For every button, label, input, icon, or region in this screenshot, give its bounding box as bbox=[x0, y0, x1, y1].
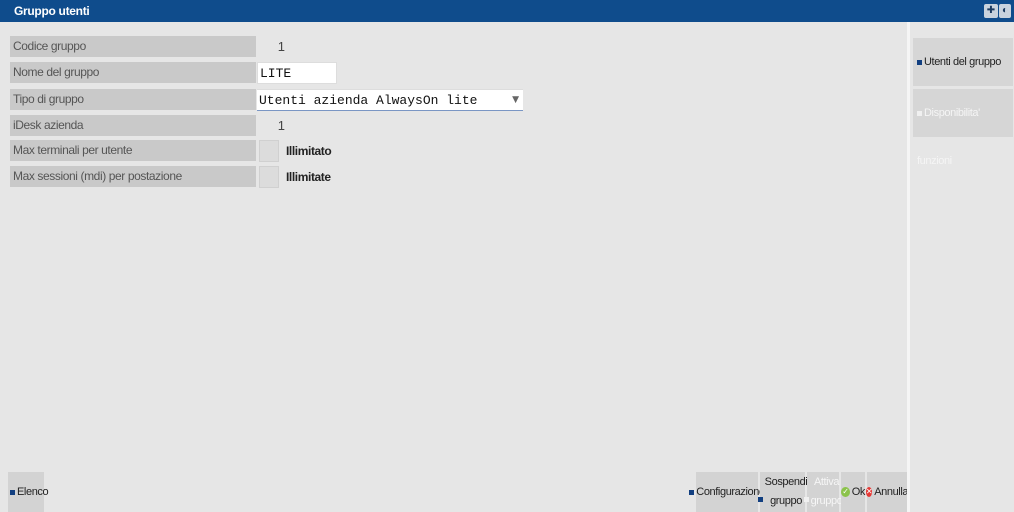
field-label: Nome del gruppo bbox=[10, 62, 256, 83]
tipo-gruppo-select[interactable]: Utenti azienda AlwaysOn lite ▼ bbox=[257, 89, 523, 111]
pin-icon[interactable]: ✚ bbox=[984, 4, 998, 18]
sospendi-gruppo-button[interactable]: Sospendi gruppo bbox=[757, 472, 808, 512]
codice-gruppo-value: 1 bbox=[277, 39, 285, 54]
bullet-icon bbox=[10, 489, 15, 495]
info-icon[interactable]: ◐ bbox=[999, 4, 1011, 18]
max-terminali-value: Illimitato bbox=[286, 144, 332, 158]
right-sidebar: Utenti del gruppo Disponibilita' funzion… bbox=[907, 22, 1014, 512]
elenco-button[interactable]: Elenco bbox=[8, 472, 49, 512]
gruppo-label: gruppo bbox=[810, 495, 843, 507]
ok-button[interactable]: ✓ Ok bbox=[841, 472, 865, 512]
configurazione-button[interactable]: Configurazione bbox=[689, 472, 765, 512]
max-sessioni-value: Illimitate bbox=[286, 170, 331, 184]
close-icon: ✕ bbox=[865, 487, 873, 497]
bullet-icon bbox=[803, 496, 809, 502]
form-area: Codice gruppo 1 Nome del gruppo LITE Tip… bbox=[0, 22, 909, 512]
ok-label: Ok bbox=[851, 485, 866, 498]
attiva-gruppo-button[interactable]: Attiva gruppo bbox=[803, 472, 843, 512]
chevron-down-icon[interactable]: ▼ bbox=[512, 90, 519, 111]
bullet-icon bbox=[689, 489, 695, 495]
window-title: Gruppo utenti bbox=[14, 4, 90, 18]
bullet-icon bbox=[917, 59, 922, 65]
annulla-button[interactable]: ✕ Annulla bbox=[865, 472, 909, 512]
max-terminali-checkbox[interactable] bbox=[259, 140, 279, 162]
bullet-icon bbox=[917, 110, 922, 116]
disponibilita-funzioni-button[interactable]: Disponibilita' funzioni bbox=[913, 89, 1013, 167]
window-title-bar: Gruppo utenti ✚ ◐ bbox=[0, 0, 1014, 22]
utenti-del-gruppo-label: Utenti del gruppo bbox=[924, 56, 1001, 68]
sospendi-label: Sospendi bbox=[764, 476, 808, 488]
configurazione-label: Configurazione bbox=[696, 485, 765, 498]
gruppo-label: gruppo bbox=[770, 495, 802, 507]
field-label: Max sessioni (mdi) per postazione bbox=[10, 166, 256, 187]
max-sessioni-checkbox[interactable] bbox=[259, 166, 279, 188]
field-label: iDesk azienda bbox=[10, 115, 256, 136]
utenti-del-gruppo-button[interactable]: Utenti del gruppo bbox=[913, 38, 1013, 86]
tipo-gruppo-selected: Utenti azienda AlwaysOn lite bbox=[259, 93, 478, 108]
disponibilita-funzioni-label: Disponibilita' funzioni bbox=[917, 107, 980, 167]
annulla-label: Annulla bbox=[874, 485, 909, 498]
field-label: Codice gruppo bbox=[10, 36, 256, 57]
elenco-label: Elenco bbox=[17, 485, 49, 498]
nome-gruppo-input[interactable]: LITE bbox=[257, 62, 337, 84]
check-icon: ✓ bbox=[841, 487, 850, 497]
idesk-azienda-value: 1 bbox=[277, 118, 285, 133]
attiva-label: Attiva bbox=[813, 476, 840, 488]
field-label: Max terminali per utente bbox=[10, 140, 256, 161]
field-label: Tipo di gruppo bbox=[10, 89, 256, 110]
bullet-icon bbox=[757, 496, 763, 502]
